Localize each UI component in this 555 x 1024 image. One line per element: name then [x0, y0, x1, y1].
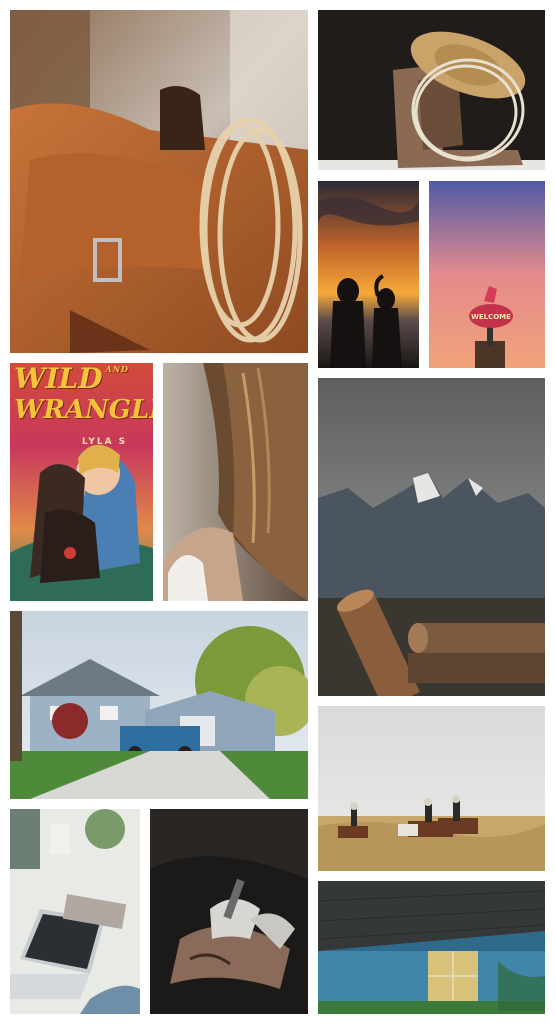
- blue-house-photo: [10, 611, 308, 799]
- mountain-logs-photo: [318, 378, 545, 696]
- saddle-photo: [10, 10, 308, 353]
- book-title-and: AND: [105, 364, 129, 374]
- laptop-desk-photo: [10, 809, 140, 1014]
- tattoo-artist-photo: [150, 809, 308, 1014]
- book-title: WILDAND WRANGLE: [14, 363, 153, 425]
- book-cover: WILDAND WRANGLE LYLA S: [10, 363, 153, 601]
- book-author: LYLA S: [82, 437, 128, 447]
- welcome-sign-photo: WELCOME: [429, 181, 545, 368]
- woman-hair-photo: [163, 363, 308, 601]
- horse-riders-photo: [318, 706, 545, 871]
- boots-hat-photo: [318, 10, 545, 170]
- welcome-sign-text: WELCOME: [471, 313, 511, 321]
- book-title-word2: WRANGLE: [14, 395, 153, 425]
- blue-cabin-photo: [318, 881, 545, 1014]
- sunset-silhouettes-photo: [318, 181, 419, 368]
- book-title-word1: WILD: [14, 363, 103, 395]
